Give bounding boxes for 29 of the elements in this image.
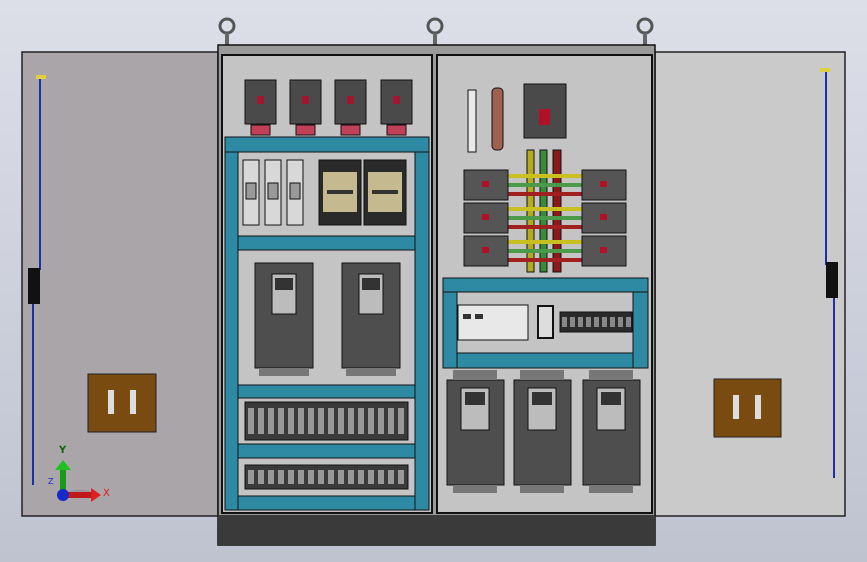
circuit-breaker xyxy=(334,80,366,136)
fuse-holder xyxy=(242,160,260,226)
fuse-holder xyxy=(286,160,304,226)
circuit-breaker xyxy=(464,202,508,234)
axis-triad-drawing xyxy=(55,460,101,502)
lifting-ring xyxy=(636,18,654,45)
contactor xyxy=(364,160,406,226)
circuit-breaker xyxy=(244,80,276,136)
circuit-breaker xyxy=(290,80,322,136)
x-axis-label: X xyxy=(103,489,110,499)
contactor xyxy=(318,160,362,226)
circuit-breaker xyxy=(582,170,626,200)
main-breaker xyxy=(524,84,566,138)
circuit-breaker xyxy=(582,236,626,266)
circuit-breaker xyxy=(582,202,626,234)
fuse-holder xyxy=(264,160,282,226)
lifting-ring xyxy=(218,18,236,45)
power-supply xyxy=(537,305,554,339)
circuit-breaker xyxy=(464,170,508,200)
ground-bar xyxy=(492,88,504,150)
terminal-strip xyxy=(468,90,476,152)
circuit-breaker xyxy=(380,80,412,136)
plc-module xyxy=(458,304,528,340)
nameplate-holder xyxy=(714,378,782,438)
z-axis-label: Z xyxy=(48,478,54,486)
nameplate-holder xyxy=(88,374,156,432)
y-axis-label: Y xyxy=(59,446,66,456)
lifting-ring xyxy=(426,18,444,45)
circuit-breaker xyxy=(464,236,508,266)
